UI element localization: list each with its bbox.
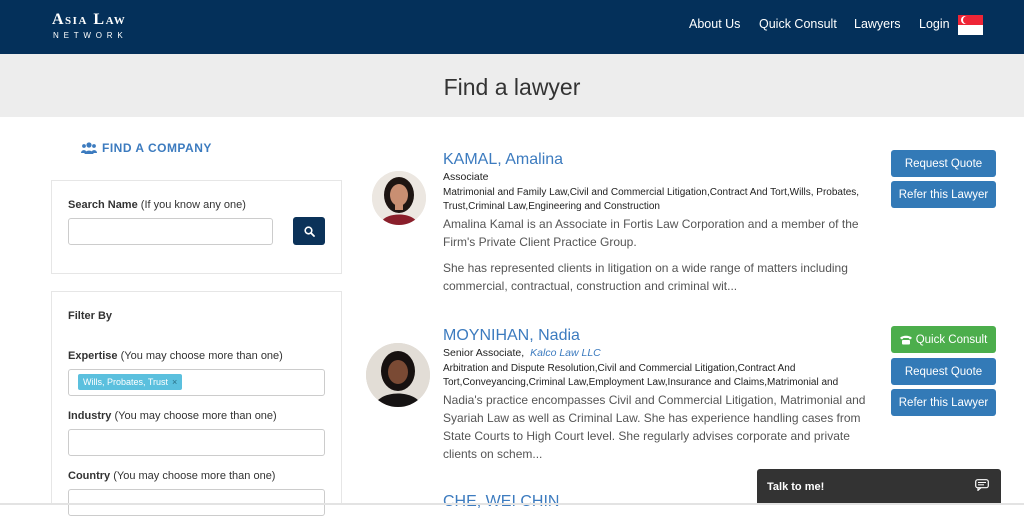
filter-by-heading: Filter By <box>68 310 113 322</box>
lawyer-practice-areas: Matrimonial and Family Law,Civil and Com… <box>443 187 860 212</box>
request-quote-button[interactable]: Request Quote <box>891 150 996 177</box>
country-label: Country (You may choose more than one) <box>68 470 276 482</box>
lawyer-description: Nadia's practice encompasses Civil and C… <box>443 393 866 461</box>
search-name-input[interactable] <box>68 218 273 245</box>
hero-banner: Find a lawyer <box>0 54 1024 117</box>
industry-label: Industry (You may choose more than one) <box>68 410 277 422</box>
chat-widget[interactable]: Talk to me! <box>757 469 1001 505</box>
chat-bubble-icon <box>975 479 989 491</box>
refer-lawyer-button[interactable]: Refer this Lawyer <box>891 389 996 416</box>
expertise-label: Expertise (You may choose more than one) <box>68 350 283 362</box>
lawyer-name-link[interactable]: MOYNIHAN, Nadia <box>443 327 580 345</box>
quick-consult-button[interactable]: Quick Consult <box>891 326 996 353</box>
nav-about-us[interactable]: About Us <box>689 17 740 31</box>
refer-lawyer-button[interactable]: Refer this Lawyer <box>891 181 996 208</box>
lawyer-practice-areas: Arbitration and Dispute Resolution,Civil… <box>443 363 839 388</box>
avatar[interactable] <box>372 171 426 225</box>
search-button[interactable] <box>293 217 325 245</box>
avatar[interactable] <box>366 343 430 407</box>
lawyer-role: Associate <box>443 171 489 183</box>
search-name-label: Search Name (If you know any one) <box>68 199 246 211</box>
find-company-label: FIND A COMPANY <box>102 141 212 155</box>
lawyer-photo <box>372 171 426 225</box>
search-icon <box>303 225 315 237</box>
lawyer-firm-link[interactable]: Kalco Law LLC <box>530 347 601 359</box>
nav-lawyers[interactable]: Lawyers <box>854 17 901 31</box>
singapore-flag-icon[interactable] <box>958 15 983 35</box>
asia-law-network-logo[interactable]: Asia Law NETWORK <box>52 11 128 40</box>
logo-sub-text: NETWORK <box>53 31 128 40</box>
lawyer-role: Senior Associate, Kalco Law LLC <box>443 347 601 359</box>
chat-label: Talk to me! <box>767 481 825 493</box>
nav-quick-consult[interactable]: Quick Consult <box>759 17 837 31</box>
logo-main-text: Asia Law <box>52 11 127 28</box>
nav-login[interactable]: Login <box>919 17 950 31</box>
page-title: Find a lawyer <box>443 74 581 100</box>
lawyer-name-link[interactable]: KAMAL, Amalina <box>443 151 563 169</box>
expertise-tag-label: Wills, Probates, Trust <box>83 377 169 387</box>
lawyer-description: Amalina Kamal is an Associate in Fortis … <box>443 217 859 249</box>
lawyer-name-link[interactable]: CHE, WEI CHIN <box>443 493 559 511</box>
remove-tag-icon[interactable]: × <box>172 377 177 387</box>
industry-select[interactable] <box>68 429 325 456</box>
find-company-link[interactable]: FIND A COMPANY <box>81 141 212 155</box>
lawyer-description-more: She has represented clients in litigatio… <box>443 261 848 293</box>
expertise-tag[interactable]: Wills, Probates, Trust × <box>78 374 183 390</box>
phone-icon <box>899 335 912 344</box>
request-quote-button[interactable]: Request Quote <box>891 358 996 385</box>
top-navbar: Asia Law NETWORK About Us Quick Consult … <box>0 0 1024 54</box>
users-icon <box>81 141 97 154</box>
lawyer-photo <box>366 343 430 407</box>
